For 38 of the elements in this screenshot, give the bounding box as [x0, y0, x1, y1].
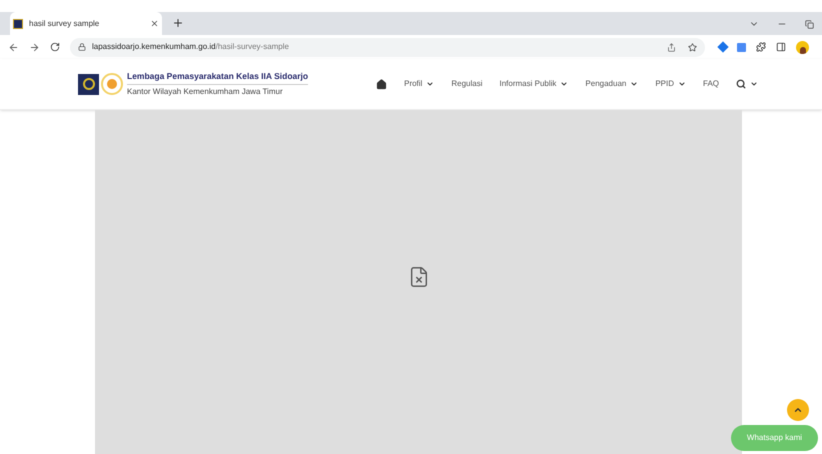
site-title: Lembaga Pemasyarakatan Kelas IIA Sidoarjo — [127, 70, 308, 86]
url-path: /hasil-survey-sample — [216, 41, 289, 53]
bookmark-icon[interactable] — [688, 42, 697, 52]
caret-icon — [426, 80, 434, 88]
restore-icon[interactable] — [805, 20, 814, 28]
caret-icon — [560, 80, 568, 88]
forward-icon[interactable] — [29, 42, 40, 52]
nav-link[interactable]: FAQ — [703, 78, 720, 90]
favicon-icon — [13, 18, 23, 28]
close-tab-icon[interactable] — [150, 19, 159, 28]
nav-link[interactable]: Regulasi — [451, 78, 482, 90]
caret-icon — [678, 80, 686, 88]
search-icon — [736, 79, 746, 89]
reload-icon[interactable] — [50, 42, 60, 52]
emblem-icon — [78, 74, 99, 94]
search-button[interactable] — [736, 79, 758, 89]
nav-link[interactable]: Profil — [404, 78, 434, 90]
tab-title: hasil survey sample — [29, 18, 100, 30]
extensions-icon[interactable] — [756, 42, 766, 52]
lock-icon — [78, 43, 86, 51]
logo-icon — [101, 73, 123, 95]
browser-tab[interactable]: hasil survey sample — [10, 12, 162, 35]
back-icon[interactable] — [8, 42, 19, 52]
side-panel-icon[interactable] — [776, 42, 786, 52]
url-host: lapassidoarjo.kemenkumham.go.id — [92, 41, 216, 53]
home-icon[interactable] — [376, 78, 388, 90]
scroll-top-button[interactable] — [787, 399, 809, 421]
new-tab-icon[interactable] — [172, 17, 184, 29]
nav-link[interactable]: PPID — [655, 78, 686, 90]
avatar-icon[interactable] — [796, 40, 809, 54]
nav-link[interactable]: Informasi Publik — [499, 78, 568, 90]
share-icon[interactable] — [667, 42, 676, 52]
chevron-up-icon — [793, 405, 803, 415]
address-bar[interactable]: lapassidoarjo.kemenkumham.go.id/hasil-survey-sample — [70, 38, 705, 56]
caret-icon — [750, 80, 758, 88]
site-subtitle: Kantor Wilayah Kemenkumham Jawa Timur — [127, 86, 284, 98]
nav-link[interactable]: Pengaduan — [585, 78, 638, 90]
caret-icon — [630, 80, 638, 88]
